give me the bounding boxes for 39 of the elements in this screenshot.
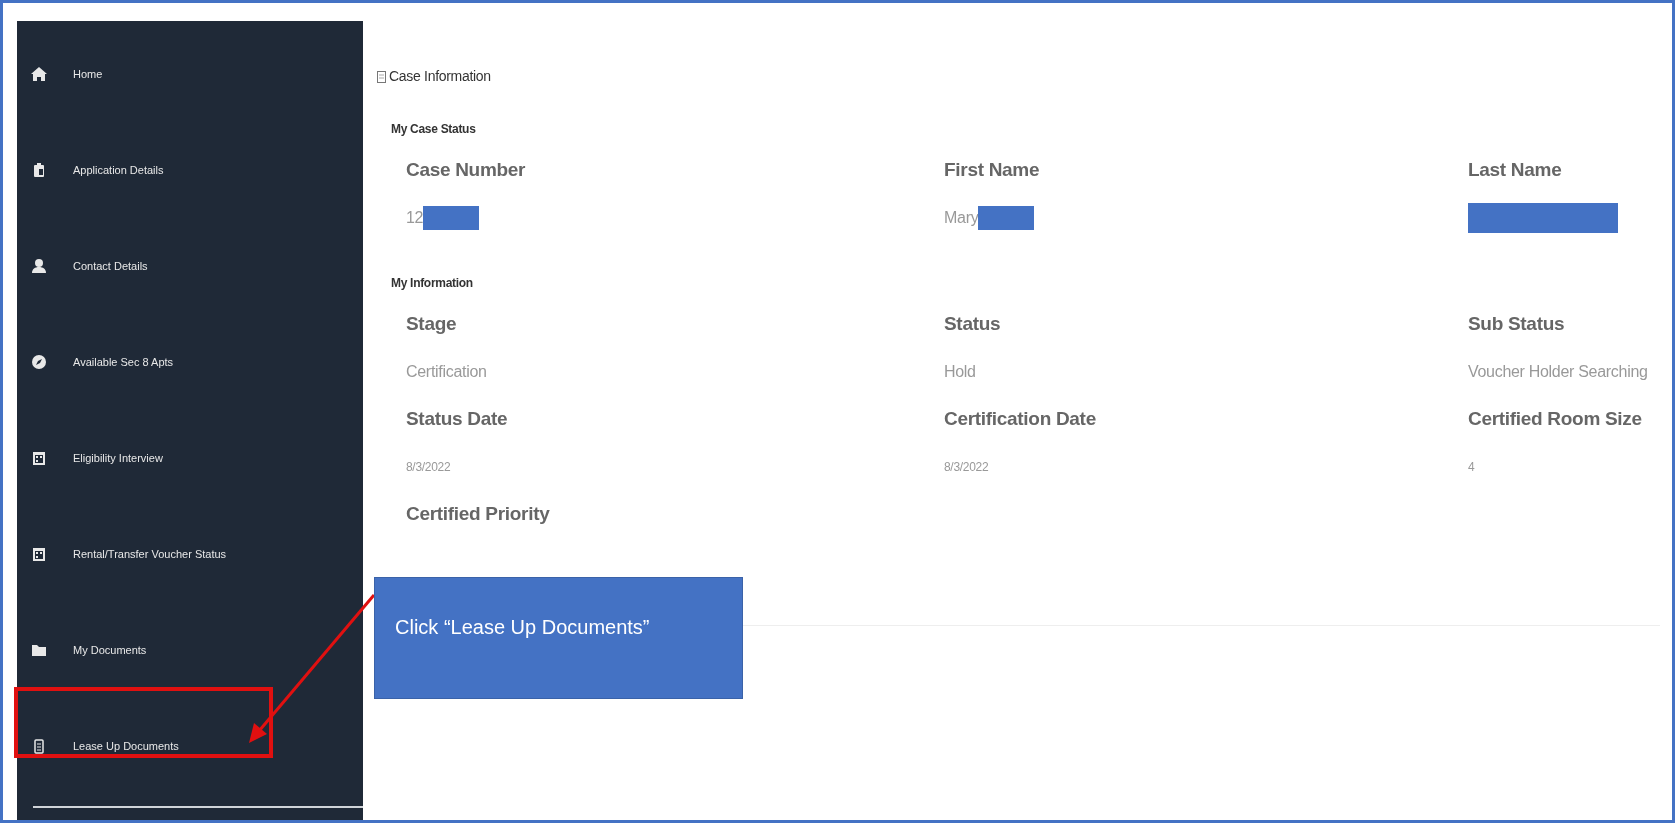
clipboard-icon: [31, 738, 47, 754]
field-label: Status Date: [406, 407, 509, 430]
sidebar-item[interactable]: Available Sec 8 Apts: [17, 314, 363, 410]
field-value: Voucher Holder Searching: [1468, 362, 1648, 382]
field-value: Certification: [406, 362, 487, 382]
sidebar-item[interactable]: My Documents: [17, 602, 363, 698]
field-value: 8/3/2022: [406, 459, 451, 476]
field-label: Status: [944, 312, 1002, 335]
compass-icon: [31, 354, 47, 370]
sidebar-item[interactable]: Eligibility Interview: [17, 410, 363, 506]
field-value: 12: [406, 208, 424, 228]
panel-title: Case Information: [389, 67, 491, 86]
field-label: Certified Priority: [406, 502, 551, 525]
field-label: Case Number: [406, 158, 527, 181]
sidebar-item[interactable]: Home: [17, 26, 363, 122]
callout: Click “Lease Up Documents”: [374, 577, 743, 699]
folder-icon: [31, 642, 47, 658]
field-value: Hold: [944, 362, 976, 382]
sidebar-item[interactable]: Application Details: [17, 122, 363, 218]
section-heading: My Information: [391, 275, 474, 292]
sidebar-item[interactable]: Contact Details: [17, 218, 363, 314]
field-label: Last Name: [1468, 158, 1563, 181]
field-label: Sub Status: [1468, 312, 1566, 335]
sidebar-item[interactable]: Rental/Transfer Voucher Status: [17, 506, 363, 602]
calendar-icon: [31, 450, 47, 466]
clipboard-icon: [31, 162, 47, 178]
clipboard-icon: [377, 70, 386, 83]
sidebar-item[interactable]: Lease Up Documents: [17, 698, 363, 794]
field-label: Certified Room Size: [1468, 407, 1643, 430]
field-value: Mary: [944, 208, 979, 228]
field-label: First Name: [944, 158, 1041, 181]
calendar-icon: [31, 546, 47, 562]
home-icon: [31, 66, 47, 82]
field-label: Stage: [406, 312, 458, 335]
field-value: 8/3/2022: [944, 459, 989, 476]
field-value: 4: [1468, 459, 1475, 476]
field-label: Certification Date: [944, 407, 1097, 430]
person-icon: [31, 258, 47, 274]
section-heading: My Case Status: [391, 121, 477, 138]
